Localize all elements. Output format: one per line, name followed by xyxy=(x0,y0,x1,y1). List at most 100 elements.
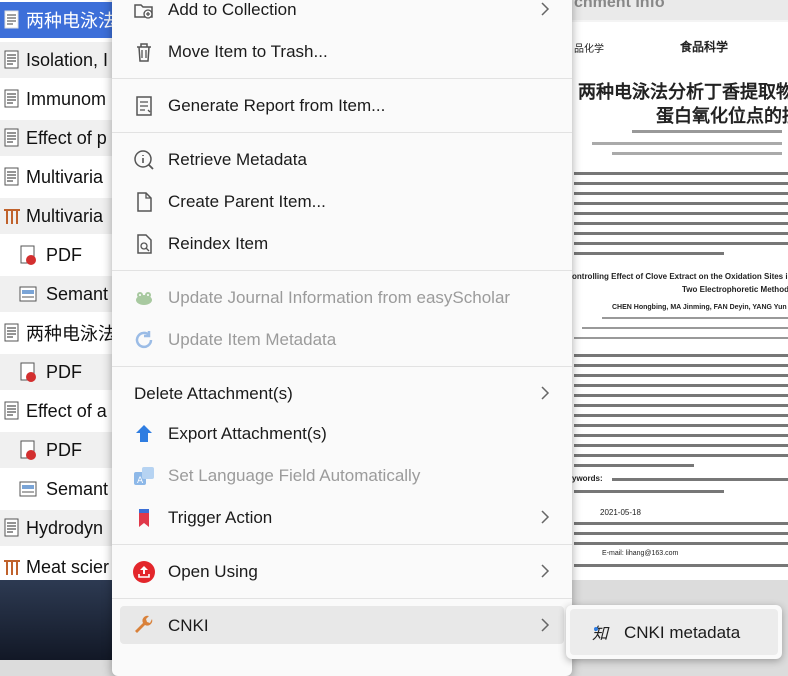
chevron-right-icon xyxy=(541,2,550,16)
list-item[interactable]: PDF xyxy=(0,354,112,390)
list-item-label: Effect of p xyxy=(26,127,107,148)
paper-title: 两种电泳法分析丁香提取物 xyxy=(578,82,788,103)
list-item[interactable]: Semant xyxy=(0,471,112,507)
menu-item-generate-report[interactable]: Generate Report from Item... xyxy=(120,86,564,124)
list-item[interactable]: Multivaria xyxy=(0,198,112,234)
list-item-label: Meat scier xyxy=(26,556,110,577)
chevron-right-icon xyxy=(541,564,550,578)
list-item[interactable]: Effect of p xyxy=(0,120,112,156)
document-icon xyxy=(137,192,152,212)
chevron-right-icon xyxy=(541,386,550,400)
list-item[interactable]: PDF xyxy=(0,432,112,468)
list-item[interactable]: Isolation, I xyxy=(0,42,112,78)
journal-article-icon xyxy=(4,50,19,69)
svg-text:A: A xyxy=(137,476,144,486)
chevron-right-icon xyxy=(541,510,550,524)
items-list: 两种电泳法 Isolation, I Immunom Effect of p M… xyxy=(0,0,112,580)
menu-item-label: Update Item Metadata xyxy=(168,330,337,349)
menu-item-move-to-trash[interactable]: Move Item to Trash... xyxy=(120,32,564,70)
list-item-label: Semant xyxy=(46,478,109,499)
list-item[interactable]: 两种电泳法 xyxy=(0,2,112,38)
thesis-icon xyxy=(4,560,20,575)
pdf-icon xyxy=(20,440,36,460)
wrench-icon xyxy=(135,615,153,633)
menu-item-retrieve-metadata[interactable]: Retrieve Metadata xyxy=(120,140,564,178)
menu-item-delete-attachments[interactable]: Delete Attachment(s) xyxy=(120,374,564,412)
menu-item-label: Reindex Item xyxy=(168,234,269,253)
menu-item-add-to-collection[interactable]: Add to Collection xyxy=(120,0,564,28)
export-arrow-icon xyxy=(136,425,152,442)
keywords-label: ywords: xyxy=(572,474,603,483)
report-icon xyxy=(136,96,152,116)
list-item[interactable]: Semant xyxy=(0,276,112,312)
open-external-icon xyxy=(133,561,155,583)
menu-item-set-language[interactable]: A Set Language Field Automatically xyxy=(120,456,564,494)
pdf-icon xyxy=(20,362,36,382)
menu-item-update-journal-info[interactable]: Update Journal Information from easyScho… xyxy=(120,278,564,316)
list-item[interactable]: Effect of a xyxy=(0,393,112,429)
chevron-right-icon xyxy=(541,618,550,632)
journal-article-icon xyxy=(4,518,19,537)
list-item-label: Isolation, I xyxy=(26,49,109,70)
menu-item-label: Set Language Field Automatically xyxy=(168,466,421,485)
menu-item-label: Create Parent Item... xyxy=(168,192,326,211)
menu-separator xyxy=(112,270,572,271)
menu-separator xyxy=(112,544,572,545)
list-item-label: Multivaria xyxy=(26,166,104,187)
journal-article-icon xyxy=(4,89,19,108)
paper-english-subtitle: Two Electrophoretic Methods xyxy=(682,285,788,294)
trash-icon xyxy=(137,43,151,62)
menu-item-create-parent[interactable]: Create Parent Item... xyxy=(120,182,564,220)
context-menu: Add to Collection Move Item to Trash... … xyxy=(112,0,572,676)
menu-separator xyxy=(112,598,572,599)
menu-item-label: Export Attachment(s) xyxy=(168,424,327,443)
list-item[interactable]: Multivaria xyxy=(0,159,112,195)
received-date: 2021-05-18 xyxy=(600,508,641,517)
journal-article-icon xyxy=(4,167,19,186)
list-item-label: PDF xyxy=(46,439,82,460)
menu-item-label: Delete Attachment(s) xyxy=(134,384,293,403)
menu-item-cnki[interactable]: CNKI xyxy=(120,606,564,644)
pane-header: chment Info xyxy=(572,0,788,20)
list-item-label: PDF xyxy=(46,361,82,382)
menu-item-update-item-metadata[interactable]: Update Item Metadata xyxy=(120,320,564,358)
list-item-label: PDF xyxy=(46,244,82,265)
menu-item-label: Update Journal Information from easyScho… xyxy=(168,288,511,307)
frog-icon xyxy=(136,292,152,305)
journal-name: 品化学 xyxy=(574,44,604,55)
desktop-taskbar xyxy=(0,580,112,660)
list-item-label: 两种电泳法 xyxy=(26,11,112,31)
translate-icon: A xyxy=(134,467,154,486)
menu-item-label: Add to Collection xyxy=(168,0,297,19)
paper-authors: CHEN Hongbing, MA Jinming, FAN Deyin, YA… xyxy=(612,304,787,311)
thesis-icon xyxy=(4,209,20,224)
submenu-item-label: CNKI metadata xyxy=(624,623,741,642)
menu-item-label: Generate Report from Item... xyxy=(168,96,386,115)
bookmark-icon xyxy=(139,509,149,527)
menu-separator xyxy=(112,366,572,367)
list-item[interactable]: PDF xyxy=(0,237,112,273)
list-item-label: Multivaria xyxy=(26,205,104,226)
menu-item-reindex-item[interactable]: Reindex Item xyxy=(120,224,564,262)
list-item-label: Hydrodyn xyxy=(26,517,104,538)
menu-item-label: Trigger Action xyxy=(168,508,273,527)
menu-item-open-using[interactable]: Open Using xyxy=(120,552,564,590)
menu-item-trigger-action[interactable]: Trigger Action xyxy=(120,498,564,536)
journal-article-icon xyxy=(4,128,19,147)
snapshot-icon xyxy=(19,481,37,497)
list-item[interactable]: Meat scier xyxy=(0,549,112,580)
refresh-icon xyxy=(135,331,153,349)
menu-item-export-attachments[interactable]: Export Attachment(s) xyxy=(120,414,564,452)
cnki-icon: 知 xyxy=(592,624,610,643)
pdf-icon xyxy=(20,245,36,265)
menu-item-label: Move Item to Trash... xyxy=(168,42,328,61)
menu-separator xyxy=(112,132,572,133)
svg-text:知: 知 xyxy=(592,624,610,643)
snapshot-icon xyxy=(19,286,37,302)
list-item[interactable]: Hydrodyn xyxy=(0,510,112,546)
list-item[interactable]: Immunom xyxy=(0,81,112,117)
menu-item-label: CNKI xyxy=(168,616,209,635)
list-item[interactable]: 两种电泳法 xyxy=(0,315,112,351)
folder-plus-icon xyxy=(134,4,153,19)
submenu-item-cnki-metadata[interactable]: 知 CNKI metadata xyxy=(570,609,778,655)
